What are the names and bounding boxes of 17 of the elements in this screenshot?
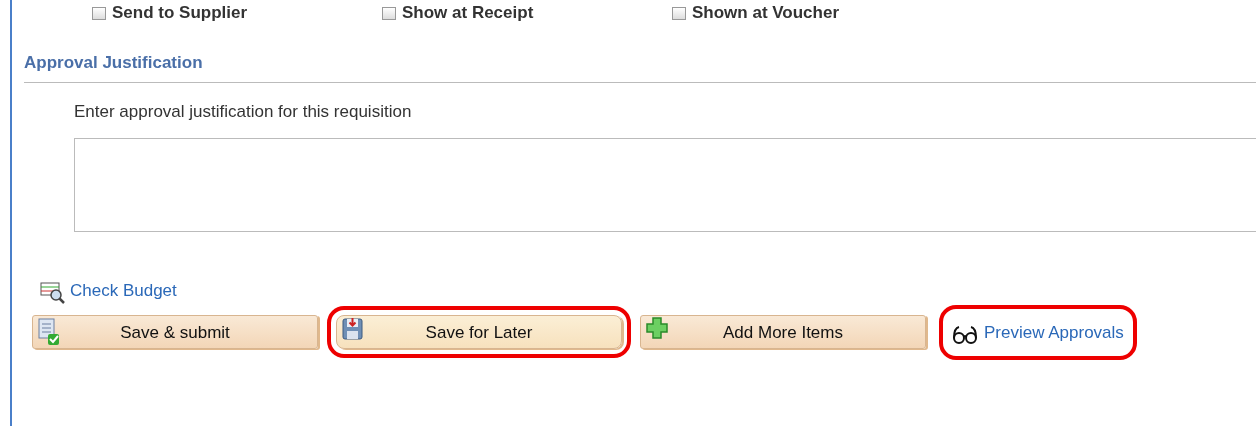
glasses-icon [952, 325, 978, 345]
action-button[interactable]: Add More Items [640, 315, 926, 350]
budget-report-icon [40, 281, 66, 304]
justification-field[interactable] [74, 138, 1256, 232]
plus-icon [645, 316, 669, 341]
checkbox[interactable] [672, 6, 686, 20]
action-button[interactable]: Save & submit [32, 315, 318, 350]
checkbox-label: Shown at Voucher [692, 2, 840, 25]
checkbox[interactable] [382, 6, 396, 20]
document-check-icon [37, 316, 61, 347]
field-label: Enter approval justification for this requisition [74, 100, 413, 123]
check-budget-link[interactable]: Check Budget [70, 278, 177, 304]
checkbox[interactable] [92, 6, 106, 20]
checkbox-label: Send to Supplier [112, 2, 248, 25]
checkbox-label: Show at Receipt [402, 2, 534, 25]
preview-approvals-link[interactable]: Preview Approvals [984, 319, 1124, 345]
section-title: Approval Justification [24, 50, 1256, 83]
